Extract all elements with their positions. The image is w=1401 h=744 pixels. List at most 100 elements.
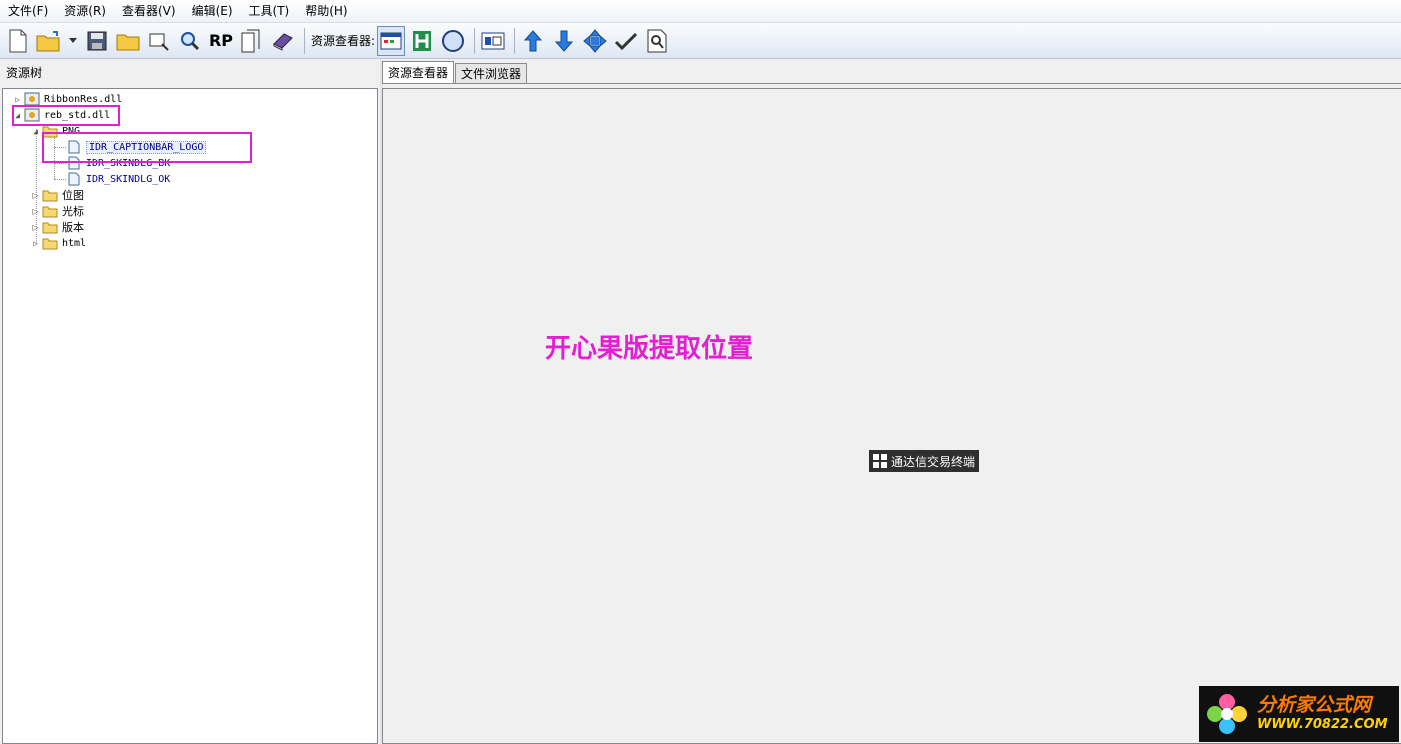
expand-arrow-icon[interactable]: ▷ xyxy=(31,190,40,200)
rc-button[interactable] xyxy=(439,26,467,56)
flower-logo-icon xyxy=(1207,694,1247,734)
file-icon xyxy=(66,140,82,154)
tree-node-label: 光标 xyxy=(62,205,84,218)
annotation-text: 开心果版提取位置 xyxy=(545,334,754,364)
app-grid-icon xyxy=(873,454,887,468)
menu-help[interactable]: 帮助(H) xyxy=(297,0,355,22)
rc-icon xyxy=(442,29,465,52)
file-icon xyxy=(66,172,82,186)
open-folder-button[interactable] xyxy=(114,26,142,56)
viewer-label: 资源查看器: xyxy=(311,34,376,48)
dll-icon xyxy=(24,108,40,122)
folder-icon xyxy=(116,34,140,50)
arrow-up-icon xyxy=(523,29,543,51)
tree-node-idr-captionbar-logo[interactable]: IDR_CAPTIONBAR_LOGO xyxy=(66,139,207,155)
folder-icon xyxy=(42,220,58,234)
tree-node-label: reb_std.dll xyxy=(44,109,111,121)
toolbar-separator xyxy=(474,27,476,54)
menu-tools[interactable]: 工具(T) xyxy=(241,0,298,22)
viewer-tabs: 资源查看器 文件浏览器 xyxy=(382,61,528,84)
taskbar-popup[interactable]: 通达信交易终端 xyxy=(869,450,979,472)
tree-node-reb-std[interactable]: ◢ reb_std.dll xyxy=(13,107,110,123)
save-button[interactable] xyxy=(83,26,111,56)
viewer-window-icon xyxy=(380,32,402,49)
tree-node-label: PNG xyxy=(62,125,81,137)
book-button[interactable] xyxy=(269,26,297,56)
save-icon xyxy=(87,31,107,50)
taskbar-popup-label: 通达信交易终端 xyxy=(891,454,976,469)
tree-node-version[interactable]: ▷ 版本 xyxy=(31,219,84,235)
checkmark-icon xyxy=(614,32,638,50)
tree-node-label: IDR_SKINDLG_BK xyxy=(86,157,171,169)
menu-resource[interactable]: 资源(R) xyxy=(56,0,114,22)
dialog-icon xyxy=(481,32,505,49)
move-up-button[interactable] xyxy=(519,26,547,56)
toolbar: RP 资源查看器: xyxy=(0,23,1401,59)
h-button[interactable] xyxy=(408,26,436,56)
search-button[interactable] xyxy=(176,26,204,56)
toolbar-separator xyxy=(304,27,305,54)
tree-connector xyxy=(54,163,66,164)
apply-button[interactable] xyxy=(612,26,640,56)
menu-bar: 文件(F) 资源(R) 查看器(V) 编辑(E) 工具(T) 帮助(H) xyxy=(0,0,1401,23)
open-dropdown-button[interactable] xyxy=(66,26,80,56)
tree-node-bitmap[interactable]: ▷ 位图 xyxy=(31,187,84,203)
new-file-icon xyxy=(9,29,27,52)
move-down-button[interactable] xyxy=(550,26,578,56)
file-icon xyxy=(66,156,82,170)
tree-node-label: 位图 xyxy=(62,189,84,202)
resource-tree: ▷ RibbonRes.dll ◢ reb_std.dll ◢ PNG IDR_… xyxy=(2,88,378,744)
copy-button[interactable] xyxy=(238,26,266,56)
rename-icon xyxy=(149,33,169,51)
menu-edit[interactable]: 编辑(E) xyxy=(184,0,241,22)
dll-icon xyxy=(24,92,40,106)
move-arrows-icon xyxy=(583,28,607,53)
folder-icon xyxy=(42,188,58,202)
folder-icon xyxy=(42,204,58,218)
folder-icon xyxy=(42,124,58,138)
new-file-button[interactable] xyxy=(4,26,32,56)
tree-node-cursor[interactable]: ▷ 光标 xyxy=(31,203,84,219)
resource-tree-title: 资源树 xyxy=(6,66,43,80)
folder-icon xyxy=(42,236,58,250)
collapse-arrow-icon[interactable]: ◢ xyxy=(31,126,40,136)
tree-node-idr-skindlg-bk[interactable]: IDR_SKINDLG_BK xyxy=(66,155,170,171)
tree-node-ribbonres[interactable]: ▷ RibbonRes.dll xyxy=(13,91,122,107)
arrow-down-icon xyxy=(554,30,574,52)
expand-arrow-icon[interactable]: ▷ xyxy=(31,206,40,216)
tree-node-label: 版本 xyxy=(62,221,84,234)
menu-viewer[interactable]: 查看器(V) xyxy=(114,0,184,22)
rp-icon: RP xyxy=(208,31,234,50)
watermark-title: 分析家公式网 xyxy=(1257,694,1372,716)
tab-resource-viewer[interactable]: 资源查看器 xyxy=(382,61,455,84)
open-folder-icon xyxy=(36,30,60,51)
tree-node-label: RibbonRes.dll xyxy=(44,93,123,105)
tree-node-png[interactable]: ◢ PNG xyxy=(31,123,80,139)
tree-connector xyxy=(54,137,55,179)
move-all-button[interactable] xyxy=(581,26,609,56)
menu-file[interactable]: 文件(F) xyxy=(0,0,56,22)
watermark-url: WWW.70822.COM xyxy=(1257,717,1388,732)
resource-viewer-pane xyxy=(382,88,1401,744)
tree-connector xyxy=(54,179,66,180)
dialog-button[interactable] xyxy=(479,26,507,56)
preview-button[interactable] xyxy=(643,26,671,56)
copy-icon xyxy=(241,29,260,52)
dropdown-arrow-icon xyxy=(69,37,77,43)
tree-node-idr-skindlg-ok[interactable]: IDR_SKINDLG_OK xyxy=(66,171,170,187)
magnifier-page-icon xyxy=(647,29,667,52)
watermark-logo: 分析家公式网 WWW.70822.COM xyxy=(1199,686,1399,742)
expand-arrow-icon[interactable]: ▷ xyxy=(31,222,40,232)
collapse-arrow-icon[interactable]: ◢ xyxy=(13,110,22,120)
open-button[interactable] xyxy=(35,26,63,56)
rename-button[interactable] xyxy=(145,26,173,56)
tree-node-label: IDR_CAPTIONBAR_LOGO xyxy=(86,140,207,154)
expand-arrow-icon[interactable]: ▷ xyxy=(31,238,40,248)
expand-arrow-icon[interactable]: ▷ xyxy=(13,94,22,104)
rp-button[interactable]: RP xyxy=(207,26,235,56)
viewer-mode-button[interactable] xyxy=(377,25,406,56)
tab-file-browser[interactable]: 文件浏览器 xyxy=(455,63,528,84)
search-icon xyxy=(181,31,200,50)
tree-node-html[interactable]: ▷ html xyxy=(31,235,86,251)
watermark-text: 分析家公式网 WWW.70822.COM xyxy=(1257,694,1388,734)
